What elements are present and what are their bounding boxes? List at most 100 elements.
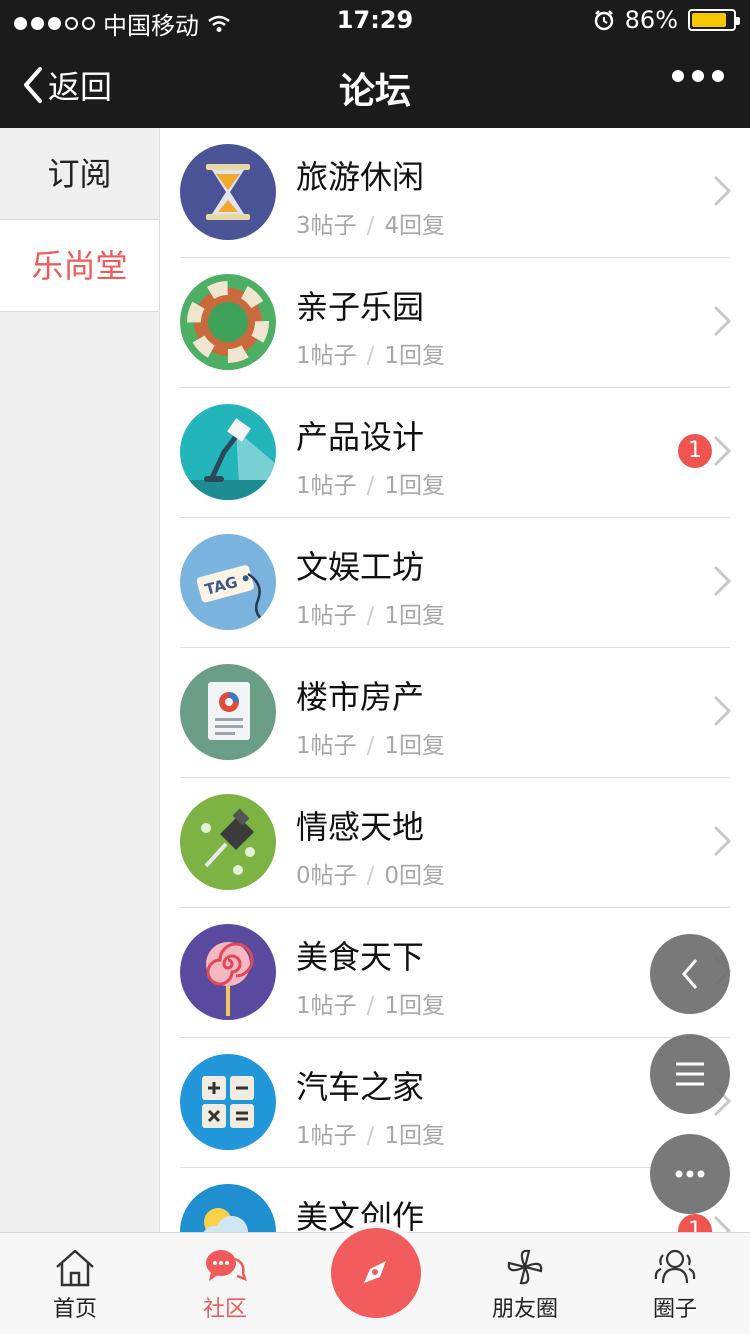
hourglass-icon bbox=[180, 144, 276, 240]
compass-button[interactable] bbox=[331, 1228, 421, 1318]
forum-row[interactable]: 旅游休闲 3帖子 / 4回复 bbox=[160, 128, 750, 258]
lifebuoy-icon bbox=[180, 274, 276, 370]
reply-count: 0回复 bbox=[384, 863, 446, 889]
post-count: 1帖子 bbox=[296, 993, 357, 1019]
unread-badge: 1 bbox=[678, 1214, 712, 1232]
battery-icon bbox=[688, 9, 740, 31]
stats-separator: / bbox=[366, 993, 375, 1019]
chevron-right-icon bbox=[713, 1215, 732, 1232]
weather-icon bbox=[180, 1184, 276, 1232]
chevron-right-icon bbox=[713, 825, 732, 857]
forum-stats: 1帖子 / 1回复 bbox=[296, 1116, 445, 1150]
chevron-left-icon bbox=[24, 67, 42, 103]
stats-separator: / bbox=[366, 1123, 375, 1149]
post-count: 1帖子 bbox=[296, 733, 357, 759]
forum-title: 情感天地 bbox=[296, 808, 425, 846]
post-count: 3帖子 bbox=[296, 213, 357, 239]
stats-separator: / bbox=[366, 213, 375, 239]
more-dot bbox=[712, 70, 724, 82]
reply-count: 4回复 bbox=[384, 213, 446, 239]
forum-stats: 1帖子 / 1回复 bbox=[296, 336, 445, 370]
float-back-button[interactable] bbox=[650, 934, 730, 1014]
sidebar: 订阅 乐尚堂 bbox=[0, 128, 160, 1232]
forum-row[interactable]: 产品设计 1帖子 / 1回复 1 bbox=[160, 388, 750, 518]
forum-title: 文娱工坊 bbox=[296, 548, 425, 586]
battery-fill bbox=[692, 13, 727, 27]
forum-stats: 0帖子 / 0回复 bbox=[296, 856, 445, 890]
tab-moments-label: 朋友圈 bbox=[491, 1297, 558, 1322]
forum-row[interactable]: 楼市房产 1帖子 / 1回复 bbox=[160, 648, 750, 778]
float-menu-button[interactable] bbox=[650, 1034, 730, 1114]
more-dot bbox=[692, 70, 704, 82]
forum-row[interactable]: 亲子乐园 1帖子 / 1回复 bbox=[160, 258, 750, 388]
sidebar-item-leshangtang[interactable]: 乐尚堂 bbox=[0, 220, 159, 312]
forum-stats: 1帖子 / 1回复 bbox=[296, 466, 445, 500]
chevron-right-icon bbox=[713, 435, 732, 467]
back-label: 返回 bbox=[48, 68, 113, 106]
more-dots-icon bbox=[675, 1170, 705, 1178]
lollipop-icon bbox=[180, 924, 276, 1020]
post-count: 1帖子 bbox=[296, 1123, 357, 1149]
forum-title: 美食天下 bbox=[296, 938, 425, 976]
more-button[interactable] bbox=[672, 70, 724, 82]
tab-circles-label: 圈子 bbox=[652, 1297, 697, 1322]
chevron-right-icon bbox=[713, 565, 732, 597]
desk-lamp-icon bbox=[180, 404, 276, 500]
tab-moments[interactable]: 朋友圈 bbox=[450, 1233, 600, 1334]
forum-stats: 1帖子 / 1回复 bbox=[296, 986, 445, 1020]
back-button[interactable]: 返回 bbox=[20, 62, 112, 108]
chevron-right-icon bbox=[713, 175, 732, 207]
stats-separator: / bbox=[366, 733, 375, 759]
post-count: 1帖子 bbox=[296, 473, 357, 499]
tab-home-label: 首页 bbox=[52, 1297, 97, 1322]
tab-home[interactable]: 首页 bbox=[0, 1233, 150, 1334]
pinwheel-icon bbox=[507, 1249, 543, 1285]
forum-title: 楼市房产 bbox=[296, 678, 425, 716]
forum-stats: 1帖子 / 1回复 bbox=[296, 596, 445, 630]
tag-icon: TAG bbox=[180, 534, 276, 630]
stats-separator: / bbox=[366, 473, 375, 499]
forum-row[interactable]: TAG 文娱工坊 1帖子 / 1回复 bbox=[160, 518, 750, 648]
post-count: 1帖子 bbox=[296, 343, 357, 369]
tab-circles[interactable]: 圈子 bbox=[600, 1233, 750, 1334]
reply-count: 1回复 bbox=[384, 343, 446, 369]
chat-icon bbox=[206, 1250, 247, 1282]
post-count: 0帖子 bbox=[296, 863, 357, 889]
sidebar-item-subscribe[interactable]: 订阅 bbox=[0, 128, 159, 220]
reply-count: 1回复 bbox=[384, 993, 446, 1019]
calculator-icon bbox=[180, 1054, 276, 1150]
forum-title: 美文创作 bbox=[296, 1198, 425, 1232]
compass-icon bbox=[364, 1261, 386, 1283]
stats-separator: / bbox=[366, 343, 375, 369]
home-icon bbox=[56, 1249, 94, 1287]
forum-title: 汽车之家 bbox=[296, 1068, 425, 1106]
report-icon bbox=[180, 664, 276, 760]
alarm-icon bbox=[594, 10, 613, 31]
battery-percent: 86% bbox=[624, 6, 678, 34]
forum-title: 旅游休闲 bbox=[296, 158, 425, 196]
more-dot bbox=[672, 70, 684, 82]
reply-count: 1回复 bbox=[384, 473, 446, 499]
forum-title: 产品设计 bbox=[296, 418, 425, 456]
reply-count: 1回复 bbox=[384, 733, 446, 759]
forum-row[interactable]: 情感天地 0帖子 / 0回复 bbox=[160, 778, 750, 908]
pushpin-icon bbox=[180, 794, 276, 890]
page-title: 论坛 bbox=[338, 71, 411, 112]
post-count: 1帖子 bbox=[296, 603, 357, 629]
reply-count: 1回复 bbox=[384, 1123, 446, 1149]
forum-title: 亲子乐园 bbox=[296, 288, 425, 326]
people-icon bbox=[654, 1249, 696, 1284]
menu-icon bbox=[676, 1062, 704, 1086]
forum-stats: 1帖子 / 1回复 bbox=[296, 726, 445, 760]
tab-community-label: 社区 bbox=[202, 1297, 247, 1322]
chevron-right-icon bbox=[713, 305, 732, 337]
status-bar: 中国移动 17:29 86% bbox=[0, 0, 750, 40]
status-right: 86% bbox=[593, 6, 740, 34]
stats-separator: / bbox=[366, 863, 375, 889]
chevron-right-icon bbox=[713, 695, 732, 727]
tab-community[interactable]: 社区 bbox=[150, 1233, 300, 1334]
float-more-button[interactable] bbox=[650, 1134, 730, 1214]
unread-badge: 1 bbox=[678, 434, 712, 468]
nav-bar: 返回 论坛 bbox=[0, 40, 750, 128]
stats-separator: / bbox=[366, 603, 375, 629]
